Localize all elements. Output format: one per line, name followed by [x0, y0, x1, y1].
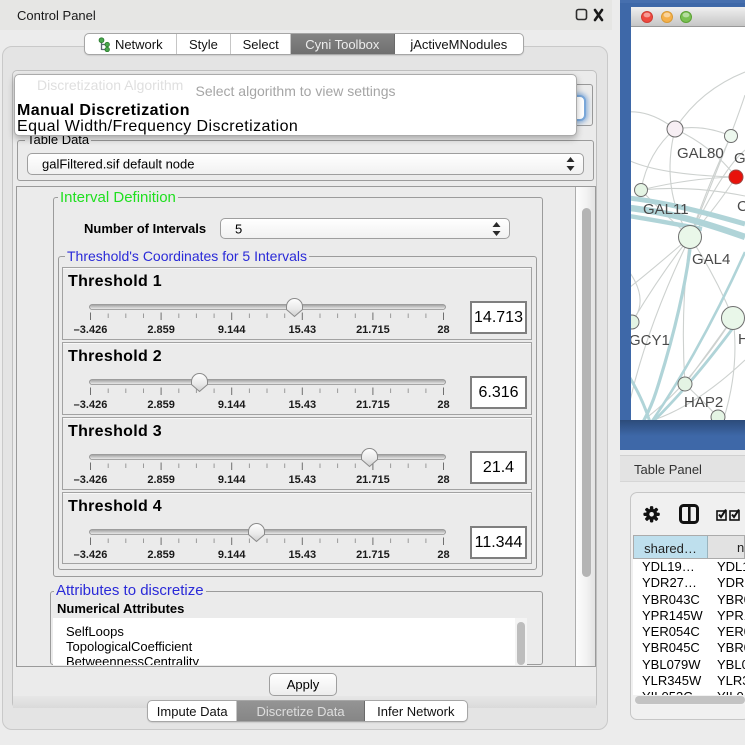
- svg-text:H: H: [738, 331, 745, 348]
- svg-text:GCY1: GCY1: [631, 332, 670, 349]
- svg-text:C: C: [737, 198, 745, 215]
- svg-text:GAL80: GAL80: [677, 145, 724, 162]
- svg-text:HAP2: HAP2: [684, 394, 723, 411]
- svg-text:G.: G.: [734, 150, 745, 167]
- svg-text:GAL4: GAL4: [692, 251, 730, 268]
- svg-text:GAL11: GAL11: [643, 201, 689, 218]
